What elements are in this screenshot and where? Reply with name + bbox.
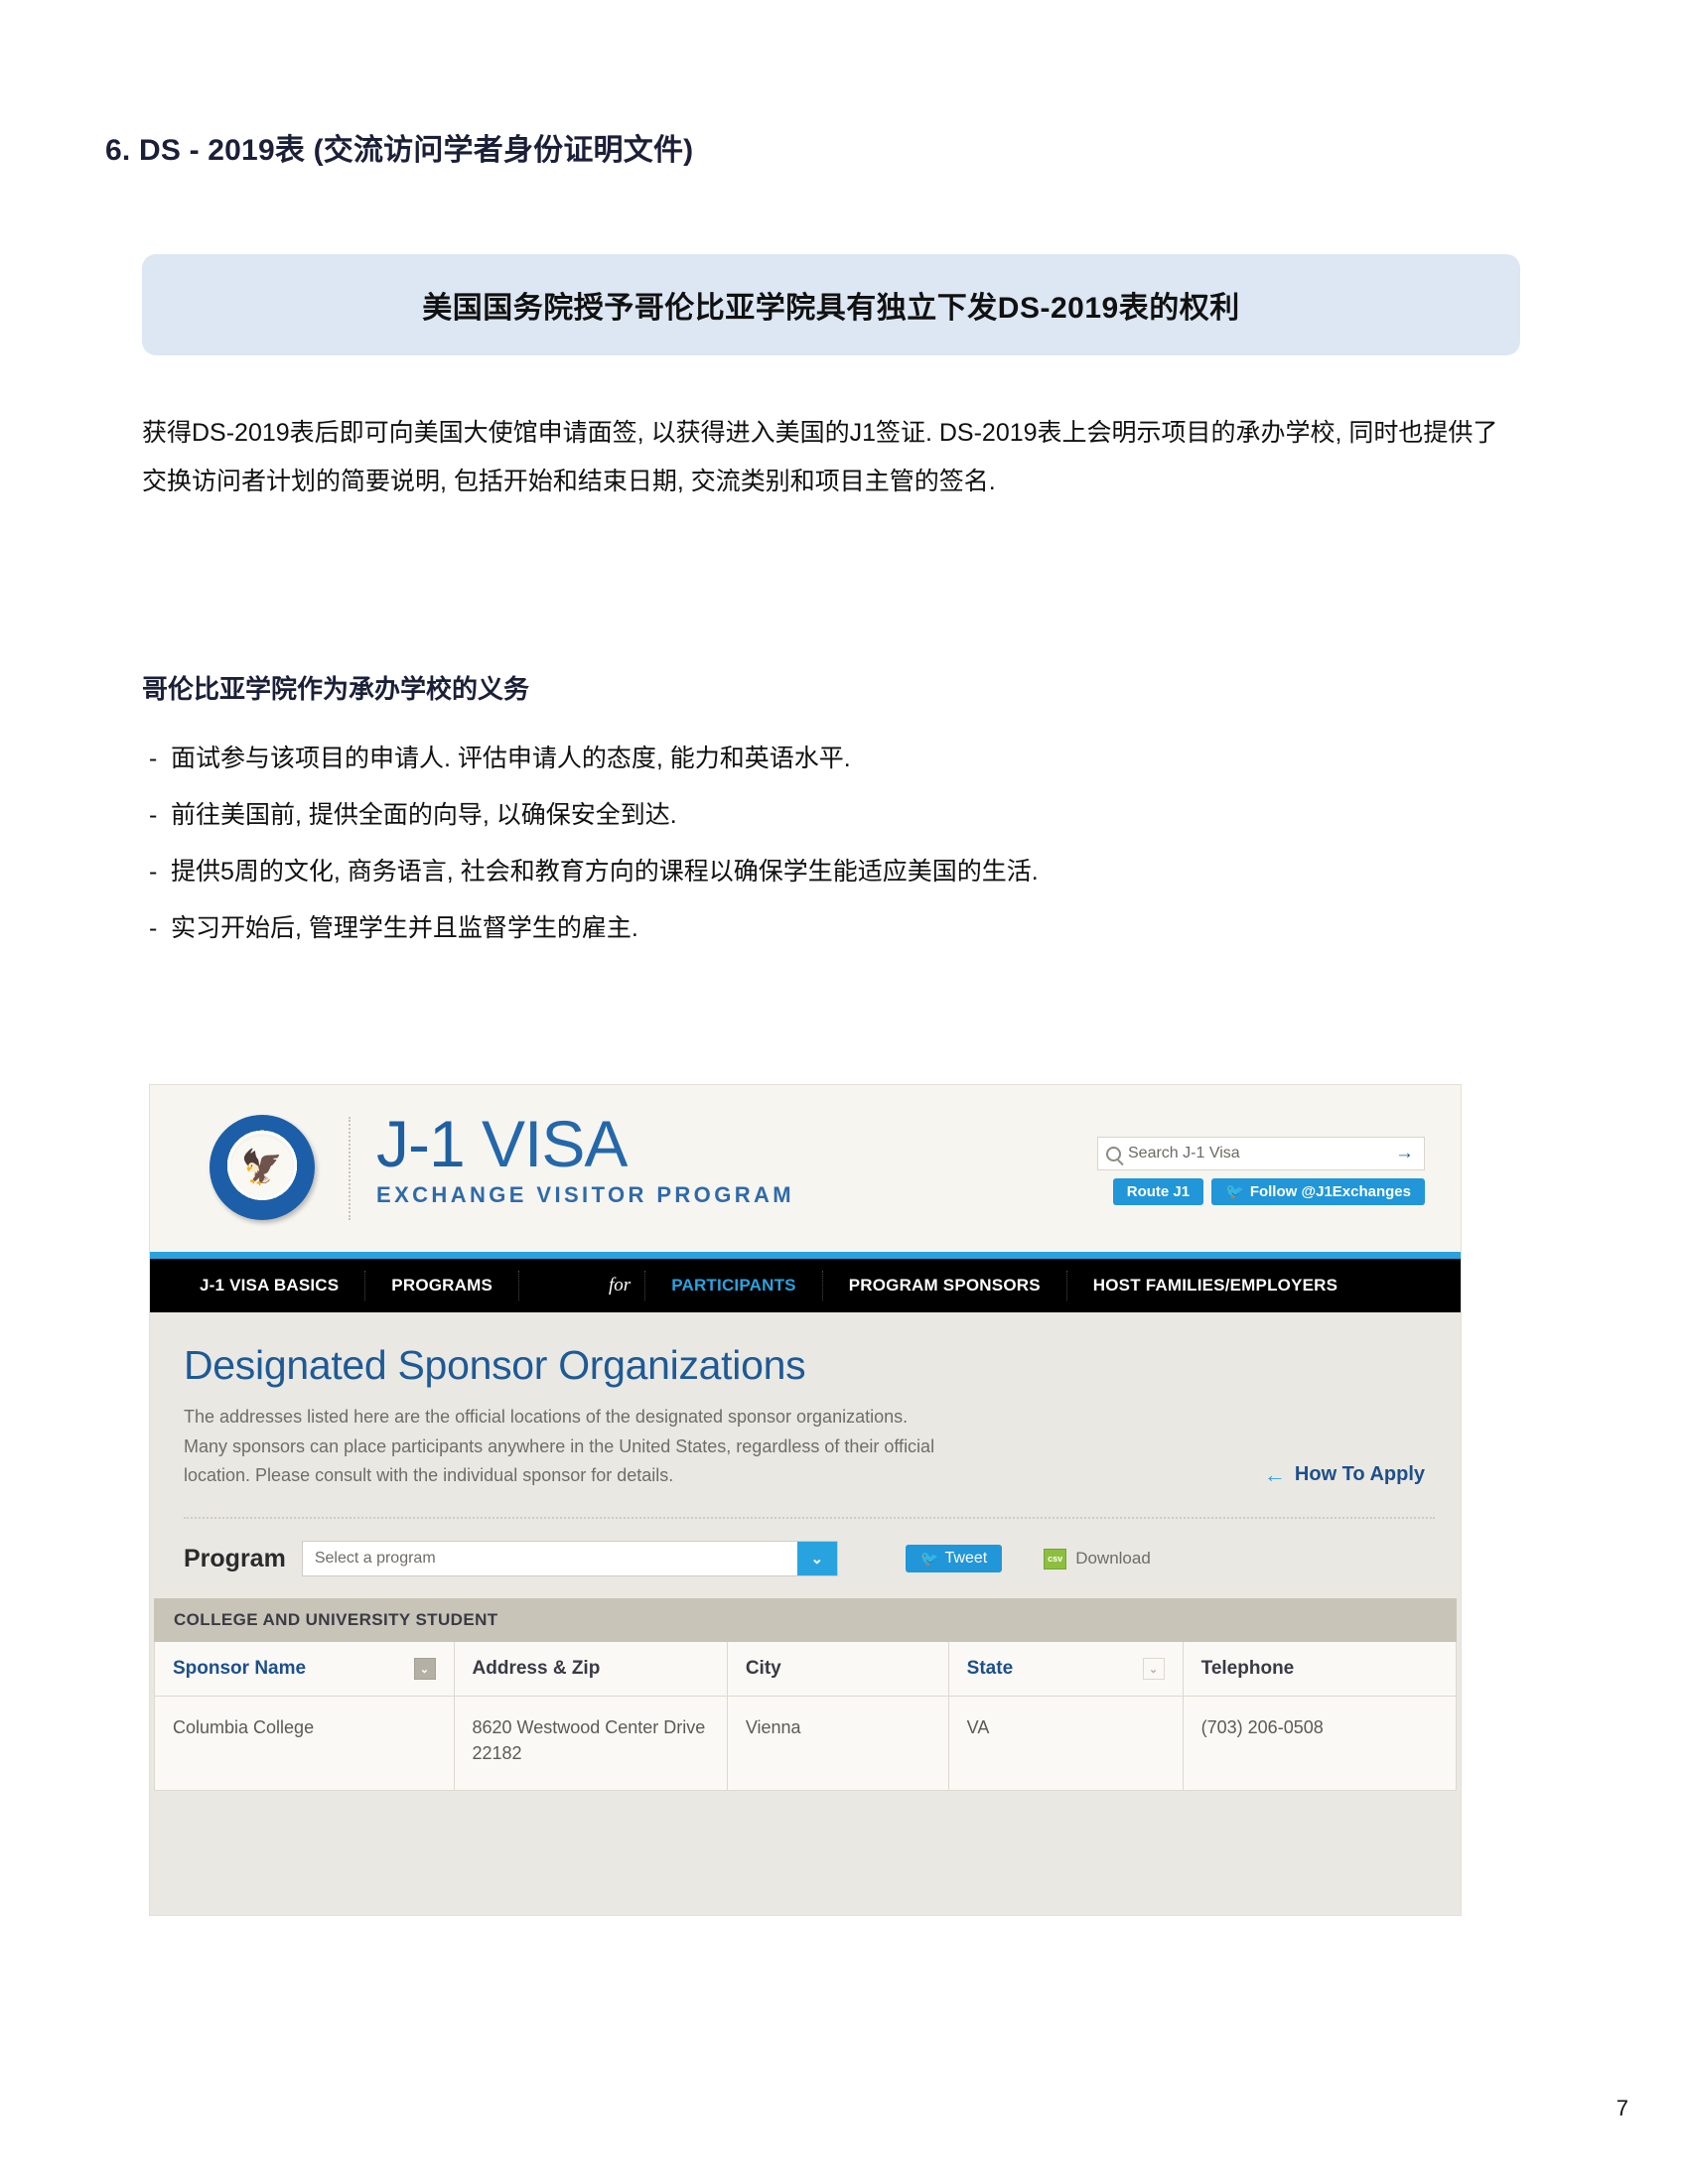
nav-item-j1-visa-basics[interactable]: J-1 VISA BASICS [174,1271,366,1300]
description-line-2: Many sponsors can place participants any… [184,1435,935,1456]
cell-sponsor-name: Columbia College [154,1696,455,1792]
column-label-telephone: Telephone [1200,1658,1295,1680]
description-line-1: The addresses listed here are the offici… [184,1407,909,1427]
brand-visa: VISA [482,1107,628,1180]
download-csv-link[interactable]: csv Download [1044,1548,1151,1570]
cell-telephone: (703) 206-0508 [1182,1696,1458,1792]
main-navigation: J-1 VISA BASICS PROGRAMS for PARTICIPANT… [150,1259,1461,1325]
brand-subtitle: EXCHANGE VISITOR PROGRAM [376,1182,795,1207]
nav-item-programs[interactable]: PROGRAMS [365,1271,520,1300]
table-head: Sponsor Name ⌄ Address & Zip City State … [154,1642,1458,1698]
twitter-icon: 🐦 [919,1550,939,1568]
search-box[interactable]: Search J-1 Visa → [1097,1137,1425,1170]
cell-address-zip: 8620 Westwood Center Drive 22182 [453,1696,728,1792]
program-select-value: Select a program [314,1550,436,1568]
list-item-text: 前往美国前, 提供全面的向导, 以确保安全到达. [171,801,677,829]
description-line-3: location. Please consult with the indivi… [184,1465,674,1486]
program-select[interactable]: Select a program ⌄ [301,1541,838,1577]
tweet-button[interactable]: 🐦 Tweet [905,1545,1003,1573]
table-body: Columbia College 8620 Westwood Center Dr… [154,1696,1458,1792]
nav-for-label: for [519,1271,646,1300]
seal-inner: 🦅 [231,1137,293,1198]
follow-label: Follow @J1Exchanges [1249,1183,1411,1200]
bullet-dash: - [149,801,158,829]
page-number: 7 [1616,2096,1628,2120]
left-arrow-icon: ← [1263,1461,1286,1487]
tweet-label: Tweet [944,1550,988,1568]
nav-item-program-sponsors[interactable]: PROGRAM SPONSORS [823,1271,1067,1300]
follow-twitter-button[interactable]: 🐦 Follow @J1Exchanges [1211,1178,1425,1205]
cell-city: Vienna [726,1696,949,1792]
list-item-text: 提供5周的文化, 商务语言, 社会和教育方向的课程以确保学生能适应美国的生活. [171,858,1039,886]
list-item-text: 面试参与该项目的申请人. 评估申请人的态度, 能力和英语水平. [171,745,851,772]
social-buttons: Route J1 🐦 Follow @J1Exchanges [1097,1178,1425,1205]
page-title: 6. DS - 2019表 (交流访问学者身份证明文件) [105,134,694,167]
intro-paragraph: 获得DS-2019表后即可向美国大使馆申请面签, 以获得进入美国的J1签证. D… [142,419,1498,495]
bullet-dash: - [149,745,158,772]
route-j1-button[interactable]: Route J1 [1112,1178,1204,1205]
sponsor-name-filter-icon[interactable]: ⌄ [413,1658,436,1681]
site-header: 🦅 J-1 VISA EXCHANGE VISITOR PROGRAM Sear… [150,1085,1461,1252]
column-label-city: City [745,1658,781,1680]
how-to-apply-label: How To Apply [1294,1463,1425,1485]
state-filter-icon[interactable]: ⌄ [1142,1658,1165,1681]
site-logo[interactable]: J-1 VISA EXCHANGE VISITOR PROGRAM [376,1111,794,1208]
list-item: - 面试参与该项目的申请人. 评估申请人的态度, 能力和英语水平. [149,747,1539,771]
route-j1-label: Route J1 [1126,1183,1191,1200]
column-label-state: State [966,1658,1014,1680]
brand-j1: J-1 [376,1107,466,1180]
section-heading: 哥伦比亚学院作为承办学校的义务 [142,674,530,704]
header-utilities: Search J-1 Visa → Route J1 🐦 Follow @J1E… [1097,1137,1425,1205]
logo-divider [349,1117,351,1220]
program-filter-row: Program Select a program ⌄ 🐦 Tweet csv D… [150,1519,1461,1598]
how-to-apply-link[interactable]: ← How To Apply [1264,1463,1425,1486]
download-label: Download [1075,1549,1151,1569]
search-icon [1106,1146,1121,1161]
document-page: 6. DS - 2019表 (交流访问学者身份证明文件) 美国国务院授予哥伦比亚… [0,0,1688,2184]
table-header-row: Sponsor Name ⌄ Address & Zip City State … [154,1642,1458,1698]
csv-icon: csv [1044,1548,1067,1570]
brand-title: J-1 VISA [376,1111,794,1176]
content-description: The addresses listed here are the offici… [176,1403,1109,1491]
column-label-address-zip: Address & Zip [472,1658,601,1680]
search-input[interactable]: Search J-1 Visa [1128,1145,1395,1162]
nav-top-rule [150,1252,1461,1259]
sponsors-table: Sponsor Name ⌄ Address & Zip City State … [154,1642,1458,1792]
twitter-icon: 🐦 [1225,1183,1244,1200]
column-header-sponsor-name[interactable]: Sponsor Name ⌄ [154,1642,455,1698]
embedded-screenshot: 🦅 J-1 VISA EXCHANGE VISITOR PROGRAM Sear… [149,1084,1462,1916]
banner-text: 美国国务院授予哥伦比亚学院具有独立下发DS-2019表的权利 [422,292,1240,325]
cell-zip: 22182 [472,1743,522,1764]
list-item: - 前往美国前, 提供全面的向导, 以确保安全到达. [149,803,1539,828]
search-submit-arrow-icon[interactable]: → [1395,1143,1416,1164]
column-header-telephone[interactable]: Telephone [1182,1642,1458,1698]
page-content: Designated Sponsor Organizations The add… [150,1312,1461,1915]
list-item: - 提供5周的文化, 商务语言, 社会和教育方向的课程以确保学生能适应美国的生活… [149,860,1539,885]
nav-item-host-families-employers[interactable]: HOST FAMILIES/EMPLOYERS [1067,1271,1363,1300]
nav-item-participants[interactable]: PARTICIPANTS [645,1271,823,1300]
content-heading: Designated Sponsor Organizations [184,1342,806,1388]
bullet-dash: - [149,858,158,886]
cell-state: VA [947,1696,1184,1792]
eagle-icon: 🦅 [240,1149,284,1186]
program-label: Program [184,1544,286,1572]
column-header-address-zip[interactable]: Address & Zip [453,1642,728,1698]
chevron-down-icon[interactable]: ⌄ [796,1542,837,1576]
table-row[interactable]: Columbia College 8620 Westwood Center Dr… [154,1696,1458,1792]
list-item: - 实习开始后, 管理学生并且监督学生的雇主. [149,916,1539,941]
table-section-header: COLLEGE AND UNIVERSITY STUDENT [154,1598,1457,1643]
column-header-state[interactable]: State ⌄ [947,1642,1184,1698]
highlight-banner: 美国国务院授予哥伦比亚学院具有独立下发DS-2019表的权利 [142,254,1520,355]
bullet-dash: - [149,914,158,942]
obligations-list: - 面试参与该项目的申请人. 评估申请人的态度, 能力和英语水平. - 前往美国… [149,747,1539,973]
column-header-city[interactable]: City [726,1642,949,1698]
department-of-state-seal-icon: 🦅 [210,1115,315,1220]
column-label-sponsor-name: Sponsor Name [173,1658,307,1680]
list-item-text: 实习开始后, 管理学生并且监督学生的雇主. [171,914,638,942]
cell-address: 8620 Westwood Center Drive [472,1717,706,1738]
